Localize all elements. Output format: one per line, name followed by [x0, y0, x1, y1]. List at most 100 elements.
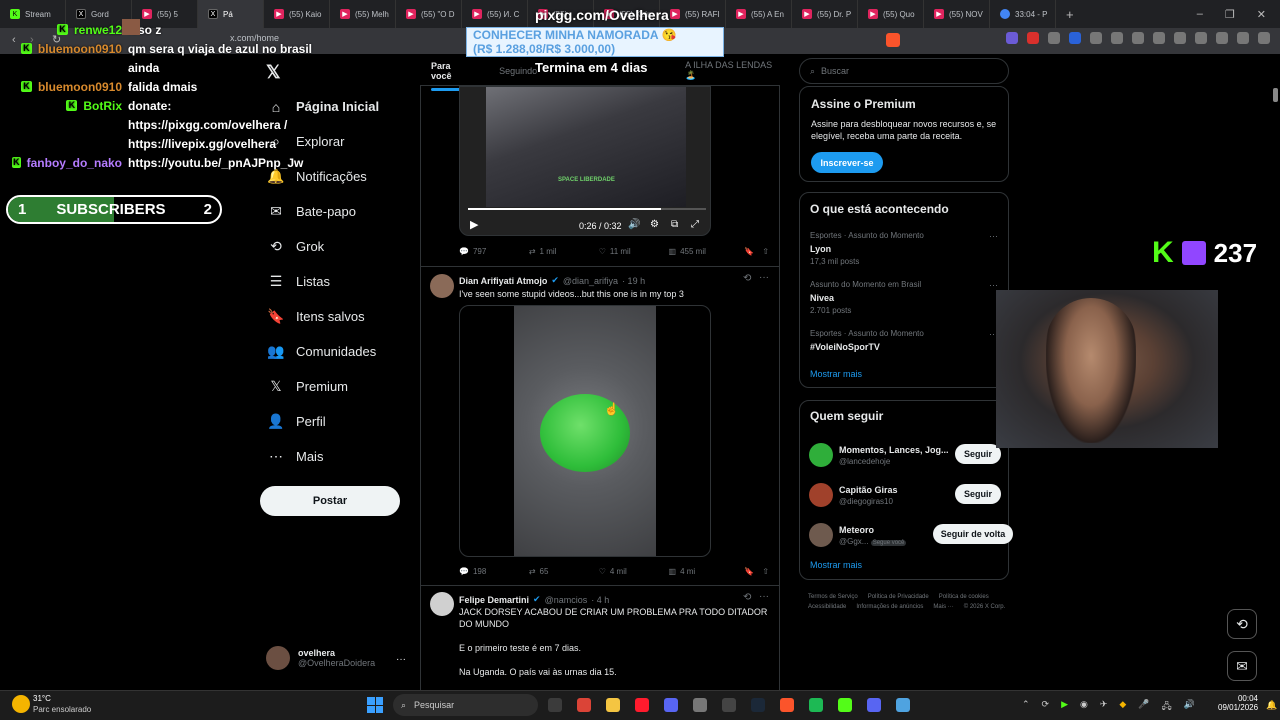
- extension-icon[interactable]: [1111, 32, 1123, 44]
- shield-icon[interactable]: [1237, 32, 1249, 44]
- kick-icon[interactable]: [838, 698, 852, 712]
- like-button[interactable]: ♡ 4 mil: [599, 567, 669, 576]
- pip-icon[interactable]: ⧉: [671, 219, 678, 230]
- bookmark-icon[interactable]: 🔖: [744, 567, 762, 576]
- search-box[interactable]: ⌕ Buscar: [799, 58, 1009, 84]
- fullscreen-icon[interactable]: ⤢: [691, 219, 699, 230]
- messages-icon[interactable]: ✉: [1227, 651, 1257, 681]
- more-icon[interactable]: ···: [989, 280, 998, 290]
- reply-button[interactable]: 💬 198: [459, 567, 529, 576]
- brave-icon[interactable]: [780, 698, 794, 712]
- post-button[interactable]: Postar: [260, 486, 400, 516]
- taskbar-search[interactable]: ⌕ Pesquisar: [393, 694, 538, 716]
- extension-icon[interactable]: [1132, 32, 1144, 44]
- follow-button[interactable]: Seguir: [955, 484, 1001, 504]
- search-input[interactable]: Buscar: [821, 66, 849, 76]
- discord-icon[interactable]: [867, 698, 881, 712]
- spotify-icon[interactable]: [809, 698, 823, 712]
- like-button[interactable]: ♡ 11 mil: [599, 247, 669, 256]
- minimize-icon[interactable]: –: [1197, 8, 1203, 20]
- trend-item[interactable]: Assunto do Momento em Brasil Nivea 2.701 p…: [810, 280, 1002, 329]
- extension-icon[interactable]: [1027, 32, 1039, 44]
- grok-icon[interactable]: ⟲: [743, 273, 751, 284]
- sidebar-item-mais[interactable]: ⋯ Mais: [260, 439, 420, 474]
- grok-icon[interactable]: ⟲: [1227, 609, 1257, 639]
- folder-icon[interactable]: [606, 698, 620, 712]
- notification-icon[interactable]: 🔔: [1266, 700, 1277, 711]
- weather-temp[interactable]: 31°C: [33, 694, 51, 703]
- notepad-icon[interactable]: [896, 698, 910, 712]
- footer-link[interactable]: Acessibilidade: [808, 604, 846, 610]
- wallet-icon[interactable]: [1195, 32, 1207, 44]
- footer-link[interactable]: Política de cookies: [939, 594, 989, 600]
- post-handle[interactable]: @namcios: [545, 595, 588, 605]
- post-time[interactable]: · 19 h: [622, 276, 645, 286]
- tray-app-icon[interactable]: ✈: [1100, 699, 1108, 715]
- settings-icon[interactable]: ⚙: [650, 219, 659, 230]
- sidebar-item-perfil[interactable]: 👤 Perfil: [260, 404, 420, 439]
- post-time[interactable]: · 4 h: [591, 595, 609, 605]
- browser-tab[interactable]: 33:04 - P: [990, 0, 1056, 28]
- tab-community[interactable]: A ILHA DAS LENDAS 🏝️: [685, 60, 780, 81]
- avatar[interactable]: [430, 592, 454, 616]
- show-more-link[interactable]: Mostrar mais: [810, 369, 862, 379]
- tray-app-icon[interactable]: ⟳: [1042, 699, 1050, 715]
- volume-icon[interactable]: 🔊: [1184, 699, 1195, 715]
- follow-button[interactable]: Seguir de volta: [933, 524, 1013, 544]
- sidebar-icon[interactable]: [1174, 32, 1186, 44]
- music-icon[interactable]: [1153, 32, 1165, 44]
- browser-tab[interactable]: ▶ (55) NOV: [924, 0, 990, 28]
- sidebar-item-grok[interactable]: ⟲ Grok: [260, 229, 420, 264]
- more-icon[interactable]: ···: [759, 272, 769, 283]
- weather-text[interactable]: Parc ensolarado: [33, 705, 91, 714]
- share-icon[interactable]: ⇧: [762, 567, 769, 576]
- sidebar-item-itens-salvos[interactable]: 🔖 Itens salvos: [260, 299, 420, 334]
- browser-tab[interactable]: ▶ (55) И. С: [462, 0, 528, 28]
- tab-for-you[interactable]: Para você: [431, 61, 472, 91]
- account-switcher[interactable]: ovelhera @OvelheraDoidera: [266, 646, 375, 670]
- extension-icon[interactable]: [1048, 32, 1060, 44]
- app-icon[interactable]: [722, 698, 736, 712]
- browser-tab[interactable]: ▶ (55) Melh: [330, 0, 396, 28]
- repost-button[interactable]: ⇄ 1 mil: [529, 247, 599, 256]
- microphone-icon[interactable]: 🎤: [1138, 699, 1149, 715]
- post-author[interactable]: Felipe Demartini: [459, 595, 529, 605]
- browser-tab[interactable]: ▶ (55) RAFI: [660, 0, 726, 28]
- file-explorer-icon[interactable]: [548, 698, 562, 712]
- browser-tab[interactable]: ▶ (55) Dr. P: [792, 0, 858, 28]
- brave-shield-icon[interactable]: [886, 33, 900, 47]
- tray-app-icon[interactable]: ▶: [1061, 699, 1068, 715]
- footer-link[interactable]: Informações de anúncios: [856, 604, 923, 610]
- chevron-up-icon[interactable]: ⌃: [1022, 699, 1030, 715]
- browser-tab[interactable]: ▶ (55) A En: [726, 0, 792, 28]
- footer-link[interactable]: Mais ···: [933, 604, 953, 610]
- volume-icon[interactable]: 🔊: [628, 219, 640, 230]
- follow-button[interactable]: Seguir: [955, 444, 1001, 464]
- new-tab-icon[interactable]: +: [1056, 7, 1084, 22]
- video-player[interactable]: SPACE LIBERDADE ▶ 0:26 / 0:32 🔊 ⚙ ⧉ ⤢: [459, 86, 711, 236]
- footer-link[interactable]: Termos de Serviço: [808, 594, 858, 600]
- maximize-icon[interactable]: ❐: [1225, 8, 1235, 21]
- scrollbar-thumb[interactable]: [1273, 88, 1278, 102]
- more-icon[interactable]: ···: [759, 591, 769, 602]
- footer-link[interactable]: Política de Privacidade: [868, 594, 929, 600]
- post-handle[interactable]: @dian_arifiya: [563, 276, 618, 286]
- chrome-icon[interactable]: [577, 698, 591, 712]
- share-icon[interactable]: ⇧: [762, 247, 769, 256]
- sidebar-item-premium[interactable]: 𝕏 Premium: [260, 369, 420, 404]
- more-icon[interactable]: ···: [396, 654, 406, 665]
- extension-icon[interactable]: [1006, 32, 1018, 44]
- app-icon[interactable]: [693, 698, 707, 712]
- extension-icon[interactable]: [1090, 32, 1102, 44]
- tab-following[interactable]: Seguindo: [499, 66, 537, 76]
- extension-icon[interactable]: [1069, 32, 1081, 44]
- footer-link[interactable]: © 2026 X Corp.: [964, 604, 1005, 610]
- follow-suggestion[interactable]: Meteoro @Ggx... Segue você Seguir de volta: [809, 515, 1013, 555]
- browser-tab[interactable]: ▶ (55) Quo: [858, 0, 924, 28]
- opera-icon[interactable]: [635, 698, 649, 712]
- close-icon[interactable]: ✕: [1257, 8, 1266, 21]
- views-button[interactable]: ▥ 455 mil: [669, 247, 745, 256]
- star-icon[interactable]: [1216, 32, 1228, 44]
- avatar[interactable]: [430, 274, 454, 298]
- network-icon[interactable]: 🖧: [1162, 699, 1172, 715]
